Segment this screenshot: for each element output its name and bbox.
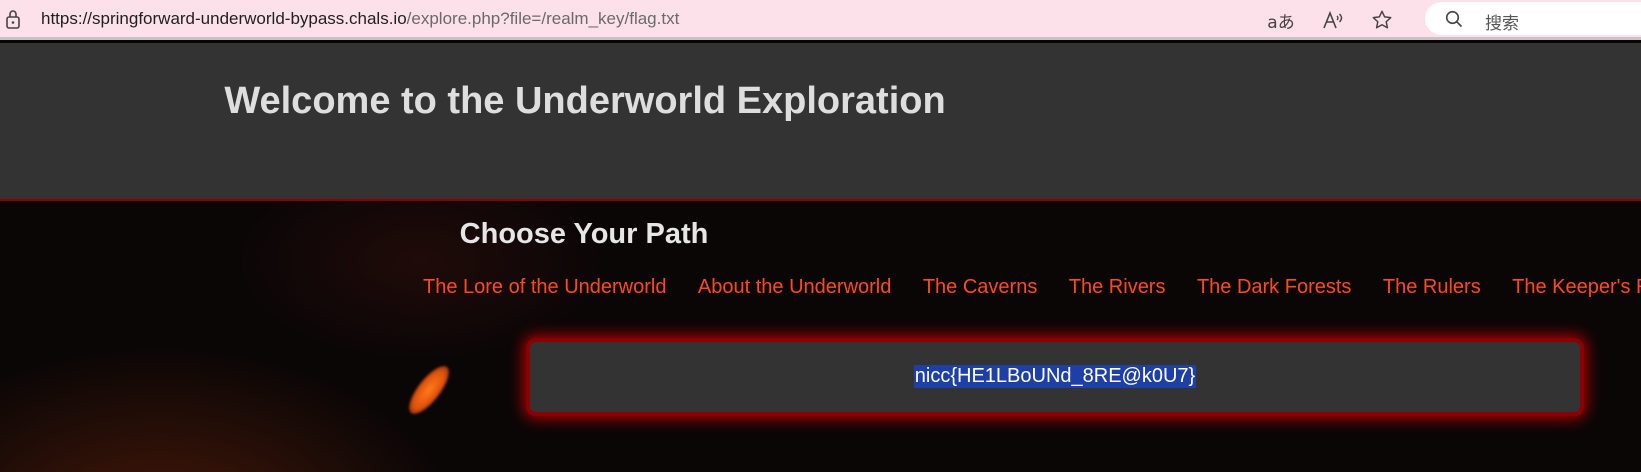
page-header: Welcome to the Underworld Exploration <box>0 43 1641 201</box>
file-content-text[interactable]: nicc{HE1LBoUNd_8RE@k0U7} <box>913 365 1197 388</box>
url-host: https://springforward-underworld-bypass.… <box>41 9 407 28</box>
nav-link-caverns[interactable]: The Caverns <box>923 276 1038 299</box>
ember-decoration <box>402 360 456 420</box>
nav-link-about[interactable]: About the Underworld <box>698 276 891 299</box>
translate-icon[interactable]: aあ <box>1266 6 1296 34</box>
main-content: Choose Your Path The Lore of the Underwo… <box>0 201 1641 472</box>
translate-glyph: aあ <box>1267 12 1295 33</box>
path-nav: The Lore of the Underworld About the Und… <box>423 276 1641 299</box>
read-aloud-icon[interactable] <box>1318 6 1348 34</box>
favorite-icon[interactable] <box>1367 6 1397 34</box>
lock-icon[interactable] <box>5 9 21 29</box>
browser-address-bar: https://springforward-underworld-bypass.… <box>0 0 1641 40</box>
search-input[interactable]: 搜索 <box>1425 2 1641 35</box>
url-field[interactable]: https://springforward-underworld-bypass.… <box>41 9 679 29</box>
page-title: Welcome to the Underworld Exploration <box>224 80 946 122</box>
nav-link-keepers[interactable]: The Keeper's R <box>1512 276 1641 299</box>
file-content-box: nicc{HE1LBoUNd_8RE@k0U7} <box>526 338 1584 416</box>
url-path: /explore.php?file=/realm_key/flag.txt <box>406 9 680 28</box>
read-aloud-glyph <box>1323 10 1343 29</box>
search-icon <box>1445 10 1463 28</box>
nav-link-lore[interactable]: The Lore of the Underworld <box>423 276 666 299</box>
section-heading: Choose Your Path <box>459 218 709 250</box>
nav-link-rulers[interactable]: The Rulers <box>1383 276 1481 299</box>
nav-link-dark-forests[interactable]: The Dark Forests <box>1197 276 1351 299</box>
nav-link-rivers[interactable]: The Rivers <box>1069 276 1166 299</box>
search-placeholder: 搜索 <box>1485 14 1519 34</box>
star-glyph <box>1372 10 1392 29</box>
